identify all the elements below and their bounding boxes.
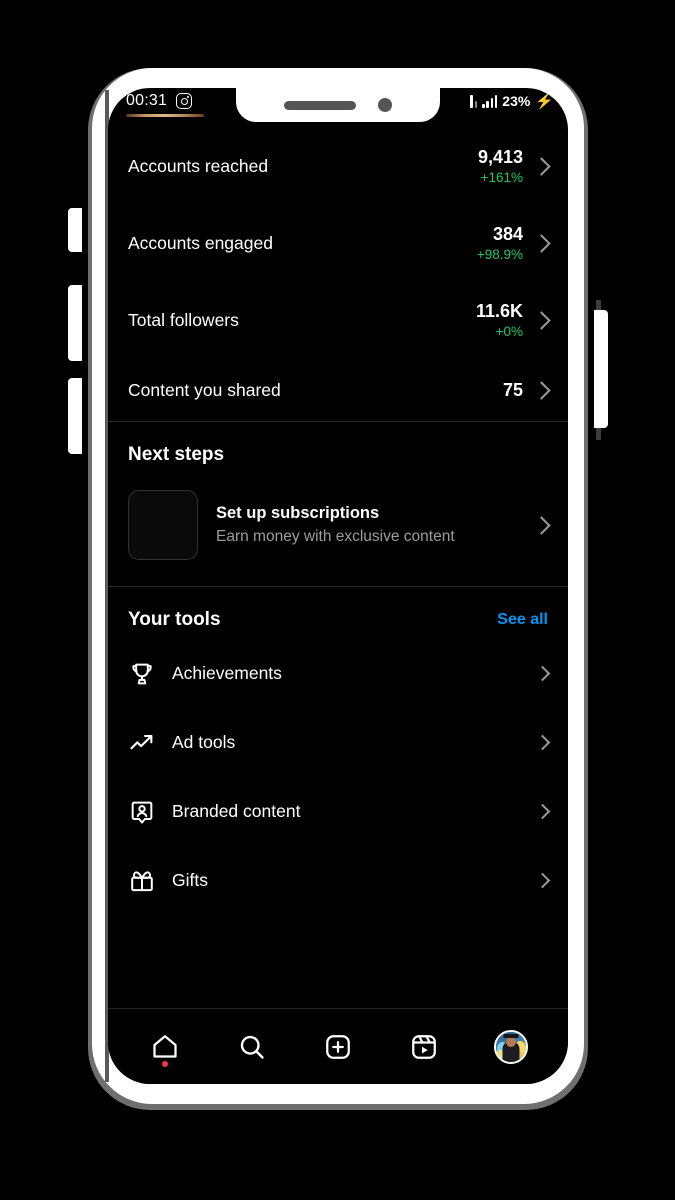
home-icon xyxy=(153,1034,177,1058)
next-steps-card-title: Set up subscriptions xyxy=(216,504,380,522)
tool-label: Achievements xyxy=(172,663,282,683)
status-bar-clock: 00:31 xyxy=(126,92,168,109)
nav-item-home[interactable] xyxy=(138,1020,192,1074)
tool-label: Branded content xyxy=(172,801,301,821)
nav-item-profile[interactable] xyxy=(484,1020,538,1074)
stat-delta: +98.9% xyxy=(476,246,523,262)
chevron-right-icon xyxy=(534,803,551,820)
power-button[interactable] xyxy=(594,310,608,428)
stat-row-content-you-shared[interactable]: Content you shared 75 xyxy=(108,359,568,421)
chevron-right-icon xyxy=(532,380,551,400)
nav-item-search[interactable] xyxy=(225,1020,279,1074)
chevron-right-icon xyxy=(532,311,551,330)
plus-square-icon xyxy=(326,1034,350,1059)
stat-delta: +161% xyxy=(480,169,523,185)
search-icon xyxy=(240,1035,264,1059)
stat-label: Content you shared xyxy=(128,379,281,400)
signal-bars-icon-secondary xyxy=(482,94,498,108)
next-steps-card-subtitle: Earn money with exclusive content xyxy=(216,528,455,545)
reels-icon xyxy=(412,1034,437,1059)
chevron-right-icon xyxy=(532,515,551,535)
stat-row-accounts-engaged[interactable]: Accounts engaged 384 +98.9% xyxy=(108,205,568,282)
phone-screen: 00:31 23% ⚡ Accounts reached 9,413 +161%… xyxy=(108,88,568,1084)
status-bar: 00:31 23% ⚡ xyxy=(108,88,568,128)
stat-label: Accounts reached xyxy=(128,156,269,176)
volume-down-button[interactable] xyxy=(68,378,82,454)
stat-label: Accounts engaged xyxy=(128,233,273,253)
phone-notch xyxy=(236,88,440,122)
trophy-icon xyxy=(128,660,156,688)
screenshot-root: 00:31 23% ⚡ Accounts reached 9,413 +161%… xyxy=(0,0,675,1200)
silent-switch-button[interactable] xyxy=(68,208,82,252)
next-steps-card[interactable]: Set up subscriptions Earn money with exc… xyxy=(128,490,551,560)
stat-delta: +0% xyxy=(495,323,523,339)
front-camera-icon xyxy=(378,98,392,112)
stat-value: 75 xyxy=(502,379,523,400)
subscription-thumbnail xyxy=(128,490,198,560)
next-steps-section: Next steps Set up subscriptions Earn mon… xyxy=(108,422,568,586)
trending-up-icon xyxy=(128,729,156,757)
chevron-right-icon xyxy=(534,872,551,889)
chevron-right-icon xyxy=(532,157,551,176)
chevron-right-icon xyxy=(532,234,551,253)
tool-label: Ad tools xyxy=(172,732,236,752)
status-bar-underline-accent xyxy=(126,114,204,117)
status-bar-left: 00:31 xyxy=(126,92,193,110)
nav-item-create[interactable] xyxy=(311,1020,365,1074)
lightning-bolt-icon: ⚡ xyxy=(535,92,554,110)
avatar[interactable] xyxy=(493,1029,528,1064)
insights-list: Accounts reached 9,413 +161% Accounts en… xyxy=(108,128,568,421)
your-tools-header: Your tools See all xyxy=(108,587,568,639)
home-notification-badge xyxy=(162,1060,169,1067)
your-tools-title: Your tools xyxy=(128,609,221,630)
signal-bars-icon xyxy=(470,94,478,108)
stat-value: 9,413 xyxy=(477,147,523,168)
stat-row-accounts-reached[interactable]: Accounts reached 9,413 +161% xyxy=(108,128,568,205)
next-steps-title: Next steps xyxy=(128,444,225,465)
tool-row-gifts[interactable]: Gifts xyxy=(128,846,551,915)
stat-value: 11.6K xyxy=(475,301,523,322)
tool-row-achievements[interactable]: Achievements xyxy=(128,639,551,708)
tool-label: Gifts xyxy=(172,870,208,890)
stat-row-total-followers[interactable]: Total followers 11.6K +0% xyxy=(108,282,568,359)
chevron-right-icon xyxy=(534,734,551,751)
tool-row-branded-content[interactable]: Branded content xyxy=(128,777,551,846)
see-all-link[interactable]: See all xyxy=(497,611,548,629)
battery-percent-label: 23% xyxy=(502,93,531,109)
your-tools-list: Achievements Ad tools Branded content Gi… xyxy=(108,639,568,915)
stat-value: 384 xyxy=(492,224,523,245)
person-badge-icon xyxy=(128,798,156,826)
status-bar-right: 23% ⚡ xyxy=(470,93,554,109)
earpiece-speaker xyxy=(284,100,356,110)
volume-up-button[interactable] xyxy=(68,285,82,361)
tool-row-ad-tools[interactable]: Ad tools xyxy=(128,708,551,777)
nav-item-reels[interactable] xyxy=(397,1020,451,1074)
stat-label: Total followers xyxy=(128,310,239,330)
gift-icon xyxy=(128,867,156,895)
bottom-navigation-bar xyxy=(108,1008,568,1084)
instagram-camera-icon xyxy=(176,93,193,109)
chevron-right-icon xyxy=(534,665,551,682)
